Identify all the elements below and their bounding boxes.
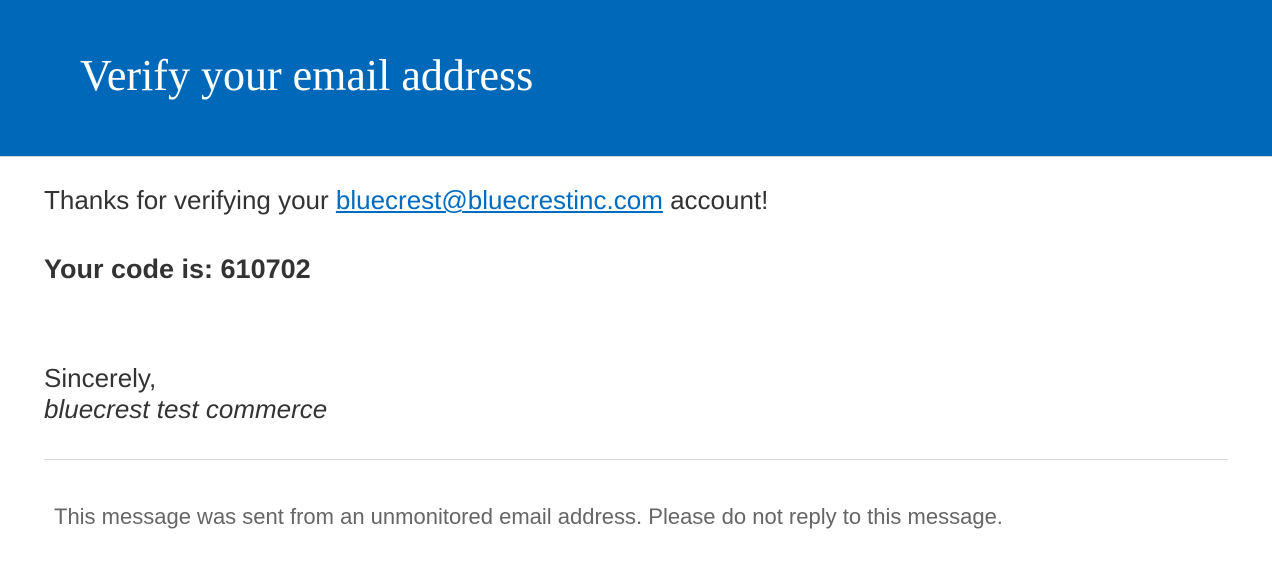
email-title: Verify your email address	[80, 50, 1192, 101]
divider	[44, 459, 1228, 460]
signature-block: Sincerely, bluecrest test commerce	[44, 363, 1228, 425]
code-value: 610702	[221, 254, 311, 284]
verification-code-line: Your code is: 610702	[44, 254, 1228, 285]
thanks-message: Thanks for verifying your bluecrest@blue…	[44, 185, 1228, 216]
thanks-suffix: account!	[663, 185, 769, 215]
disclaimer-text: This message was sent from an unmonitore…	[44, 504, 1228, 530]
email-header: Verify your email address	[0, 0, 1272, 157]
account-email-link[interactable]: bluecrest@bluecrestinc.com	[336, 185, 663, 215]
email-content: Thanks for verifying your bluecrest@blue…	[0, 157, 1272, 550]
sender-name: bluecrest test commerce	[44, 394, 1228, 425]
code-label: Your code is:	[44, 254, 221, 284]
sincerely-text: Sincerely,	[44, 363, 1228, 394]
thanks-prefix: Thanks for verifying your	[44, 185, 336, 215]
